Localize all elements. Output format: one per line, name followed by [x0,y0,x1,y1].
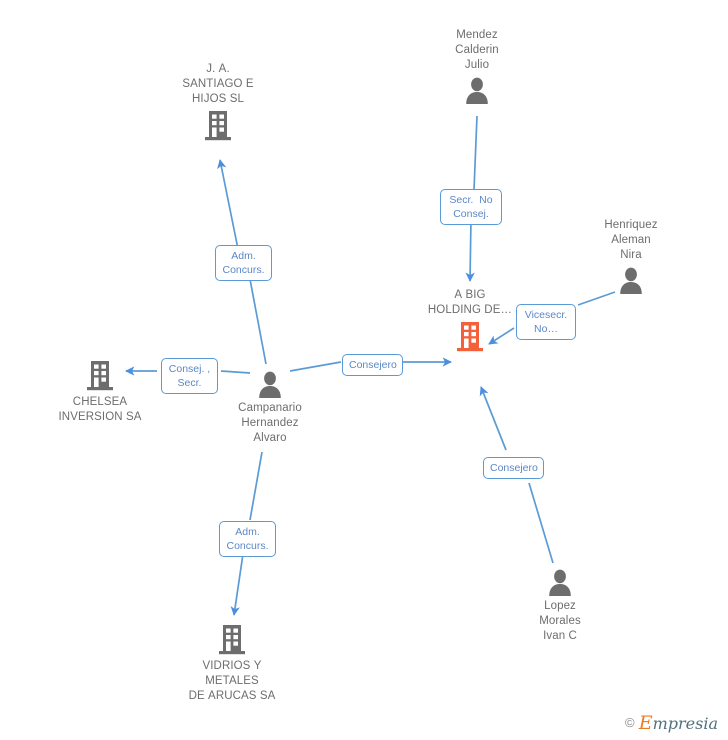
edge-label-adm-concurs-vidrios[interactable]: Adm. Concurs. [219,521,276,557]
edge-campanario-vidrios-lower [230,553,244,616]
building-icon [35,360,165,392]
person-icon [412,76,542,104]
edge-lopez-abig-lower [528,482,554,564]
brand-name: Empresia [639,714,718,733]
edge-lopez-abig-upper [479,386,507,451]
node-company-chelsea[interactable]: CHELSEA INVERSION SA [35,360,165,425]
edge-campanario-santiago-lower [248,273,267,365]
node-person-campanario[interactable]: Campanario Hernandez Alvaro [205,370,335,446]
edge-label-adm-concurs-santiago[interactable]: Adm. Concurs. [215,245,272,281]
brand-rest: mpresia [652,714,718,733]
person-icon [566,266,696,294]
edge-label-consejero-campanario[interactable]: Consejero [342,354,403,376]
edge-campanario-santiago-upper [217,159,239,250]
edge-label-secr-no-consej[interactable]: Secr. No Consej. [440,189,502,225]
node-label: Mendez Calderin Julio [455,29,499,71]
node-label: Lopez Morales Ivan C [539,600,581,642]
watermark-empresia: © Empresia [625,714,718,734]
building-icon [153,110,283,142]
node-person-mendez[interactable]: Mendez Calderin Julio [412,28,542,104]
node-label: Henriquez Aleman Nira [604,219,658,261]
edge-campanario-vidrios-upper [249,451,263,521]
node-label: Campanario Hernandez Alvaro [238,402,302,444]
diagram-canvas: J. A. SANTIAGO E HIJOS SL Mendez Calderin Ju… [0,0,728,740]
copyright-icon: © [624,715,635,730]
edge-label-vicesecr-no[interactable]: Vicesecr. No… [516,304,576,340]
node-person-lopez[interactable]: Lopez Morales Ivan C [495,568,625,644]
edge-mendez-abig-lower [465,217,475,282]
node-label: CHELSEA INVERSION SA [58,396,142,423]
node-label: VIDRIOS Y METALES DE ARUCAS SA [188,660,276,702]
edge-mendez-abig-upper [473,115,478,191]
node-label: J. A. SANTIAGO E HIJOS SL [182,63,254,105]
person-icon [495,568,625,596]
building-icon [167,624,297,656]
node-person-henriquez[interactable]: Henriquez Aleman Nira [566,218,696,294]
node-company-santiago[interactable]: J. A. SANTIAGO E HIJOS SL [153,62,283,142]
edge-label-consej-secr-chelsea[interactable]: Consej. , Secr. [161,358,218,394]
brand-initial: E [638,712,653,734]
edge-label-consejero-lopez[interactable]: Consejero [483,457,544,479]
person-icon [205,370,335,398]
node-company-vidrios[interactable]: VIDRIOS Y METALES DE ARUCAS SA [167,624,297,704]
